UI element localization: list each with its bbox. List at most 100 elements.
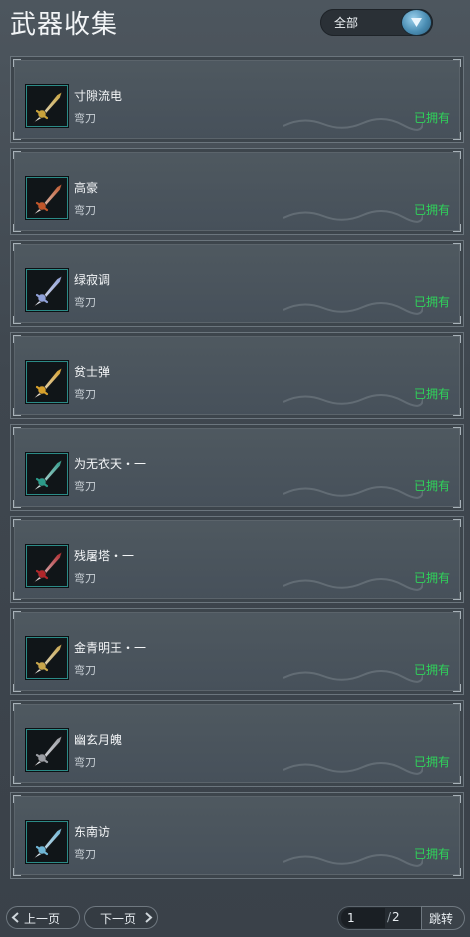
weapon-type: 弯刀	[74, 756, 96, 769]
frame-corner	[13, 500, 21, 508]
filter-dropdown[interactable]: 全部	[320, 9, 433, 36]
weapon-name: 金青明王・一	[74, 641, 147, 655]
frame-corner	[453, 703, 461, 711]
next-page-button[interactable]: 下一页	[84, 906, 158, 929]
prev-page-label: 上一页	[24, 912, 61, 926]
weapon-icon	[26, 177, 68, 219]
weapon-card[interactable]: 残屠塔・一 弯刀 已拥有	[10, 516, 464, 603]
frame-corner	[13, 592, 21, 600]
cloud-pattern-decoration	[283, 210, 423, 223]
page-total: 2	[392, 910, 400, 924]
weapon-card[interactable]: 金青明王・一 弯刀 已拥有	[10, 608, 464, 695]
weapon-card[interactable]: 贫士弹 弯刀 已拥有	[10, 332, 464, 419]
weapon-icon	[26, 545, 68, 587]
weapon-icon	[26, 729, 68, 771]
cloud-pattern-decoration	[283, 762, 423, 775]
owned-status: 已拥有	[413, 203, 450, 217]
frame-corner	[13, 795, 21, 803]
frame-corner	[13, 151, 21, 159]
weapon-card[interactable]: 幽玄月魄 弯刀 已拥有	[10, 700, 464, 787]
frame-corner	[13, 316, 21, 324]
weapon-card[interactable]: 绿寂调 弯刀 已拥有	[10, 240, 464, 327]
owned-status: 已拥有	[413, 847, 450, 861]
frame-corner	[453, 132, 461, 140]
frame-corner	[453, 611, 461, 619]
pagination-bar: 上一页 下一页 / 2 跳转	[0, 903, 470, 933]
weapon-name: 贫士弹	[74, 365, 111, 379]
sword-icon	[32, 367, 63, 400]
sword-icon	[32, 643, 63, 676]
weapon-name: 绿寂调	[74, 273, 111, 287]
frame-corner	[13, 684, 21, 692]
frame-corner	[453, 427, 461, 435]
frame-corner	[13, 59, 21, 67]
sword-icon	[32, 91, 63, 124]
frame-corner	[453, 224, 461, 232]
owned-status: 已拥有	[413, 755, 450, 769]
cloud-pattern-decoration	[283, 486, 423, 499]
frame-corner	[453, 684, 461, 692]
header: 武器收集 全部	[0, 0, 470, 50]
sword-icon	[32, 735, 63, 768]
weapon-card[interactable]: 高豪 弯刀 已拥有	[10, 148, 464, 235]
frame-corner	[13, 776, 21, 784]
prev-page-button[interactable]: 上一页	[6, 906, 80, 929]
frame-corner	[453, 519, 461, 527]
weapon-type: 弯刀	[74, 296, 96, 309]
frame-corner	[453, 868, 461, 876]
frame-corner	[453, 408, 461, 416]
cloud-pattern-decoration	[283, 394, 423, 407]
owned-status: 已拥有	[413, 387, 450, 401]
weapon-type: 弯刀	[74, 112, 96, 125]
jump-button[interactable]: 跳转	[421, 906, 465, 930]
page-jump-control: / 2 跳转	[337, 906, 465, 930]
frame-corner	[13, 703, 21, 711]
sword-icon	[32, 275, 63, 308]
owned-status: 已拥有	[413, 663, 450, 677]
weapon-type: 弯刀	[74, 572, 96, 585]
weapon-name: 东南访	[74, 825, 111, 839]
weapon-icon	[26, 269, 68, 311]
frame-corner	[453, 776, 461, 784]
frame-corner	[13, 224, 21, 232]
cloud-pattern-decoration	[283, 118, 423, 131]
chevron-left-icon	[11, 912, 19, 923]
weapon-card[interactable]: 东南访 弯刀 已拥有	[10, 792, 464, 879]
sword-icon	[32, 183, 63, 216]
owned-status: 已拥有	[413, 479, 450, 493]
frame-corner	[453, 316, 461, 324]
owned-status: 已拥有	[413, 295, 450, 309]
weapon-icon	[26, 85, 68, 127]
filter-selected-label: 全部	[334, 16, 359, 30]
weapon-list: 寸隙流电 弯刀 已拥有 高豪 弯刀 已拥有 绿寂调 弯刀 已拥有 贫士弹 弯刀 …	[10, 56, 464, 884]
dropdown-toggle-button[interactable]	[402, 10, 431, 35]
frame-corner	[13, 519, 21, 527]
weapon-type: 弯刀	[74, 204, 96, 217]
frame-corner	[453, 243, 461, 251]
cloud-pattern-decoration	[283, 578, 423, 591]
weapon-name: 高豪	[74, 181, 99, 195]
frame-corner	[453, 59, 461, 67]
weapon-card[interactable]: 为无衣天・一 弯刀 已拥有	[10, 424, 464, 511]
sword-icon	[32, 459, 63, 492]
frame-corner	[453, 500, 461, 508]
frame-corner	[13, 243, 21, 251]
frame-corner	[13, 868, 21, 876]
cloud-pattern-decoration	[283, 670, 423, 683]
frame-corner	[13, 132, 21, 140]
cloud-pattern-decoration	[283, 302, 423, 315]
jump-label: 跳转	[429, 912, 454, 926]
weapon-icon	[26, 453, 68, 495]
frame-corner	[453, 335, 461, 343]
weapon-name: 寸隙流电	[74, 89, 123, 103]
weapon-card[interactable]: 寸隙流电 弯刀 已拥有	[10, 56, 464, 143]
next-page-label: 下一页	[100, 912, 137, 926]
weapon-type: 弯刀	[74, 848, 96, 861]
sword-icon	[32, 551, 63, 584]
frame-corner	[13, 335, 21, 343]
cloud-pattern-decoration	[283, 854, 423, 867]
owned-status: 已拥有	[413, 571, 450, 585]
page-number-input[interactable]	[341, 908, 385, 928]
weapon-name: 幽玄月魄	[74, 733, 123, 747]
owned-status: 已拥有	[413, 111, 450, 125]
